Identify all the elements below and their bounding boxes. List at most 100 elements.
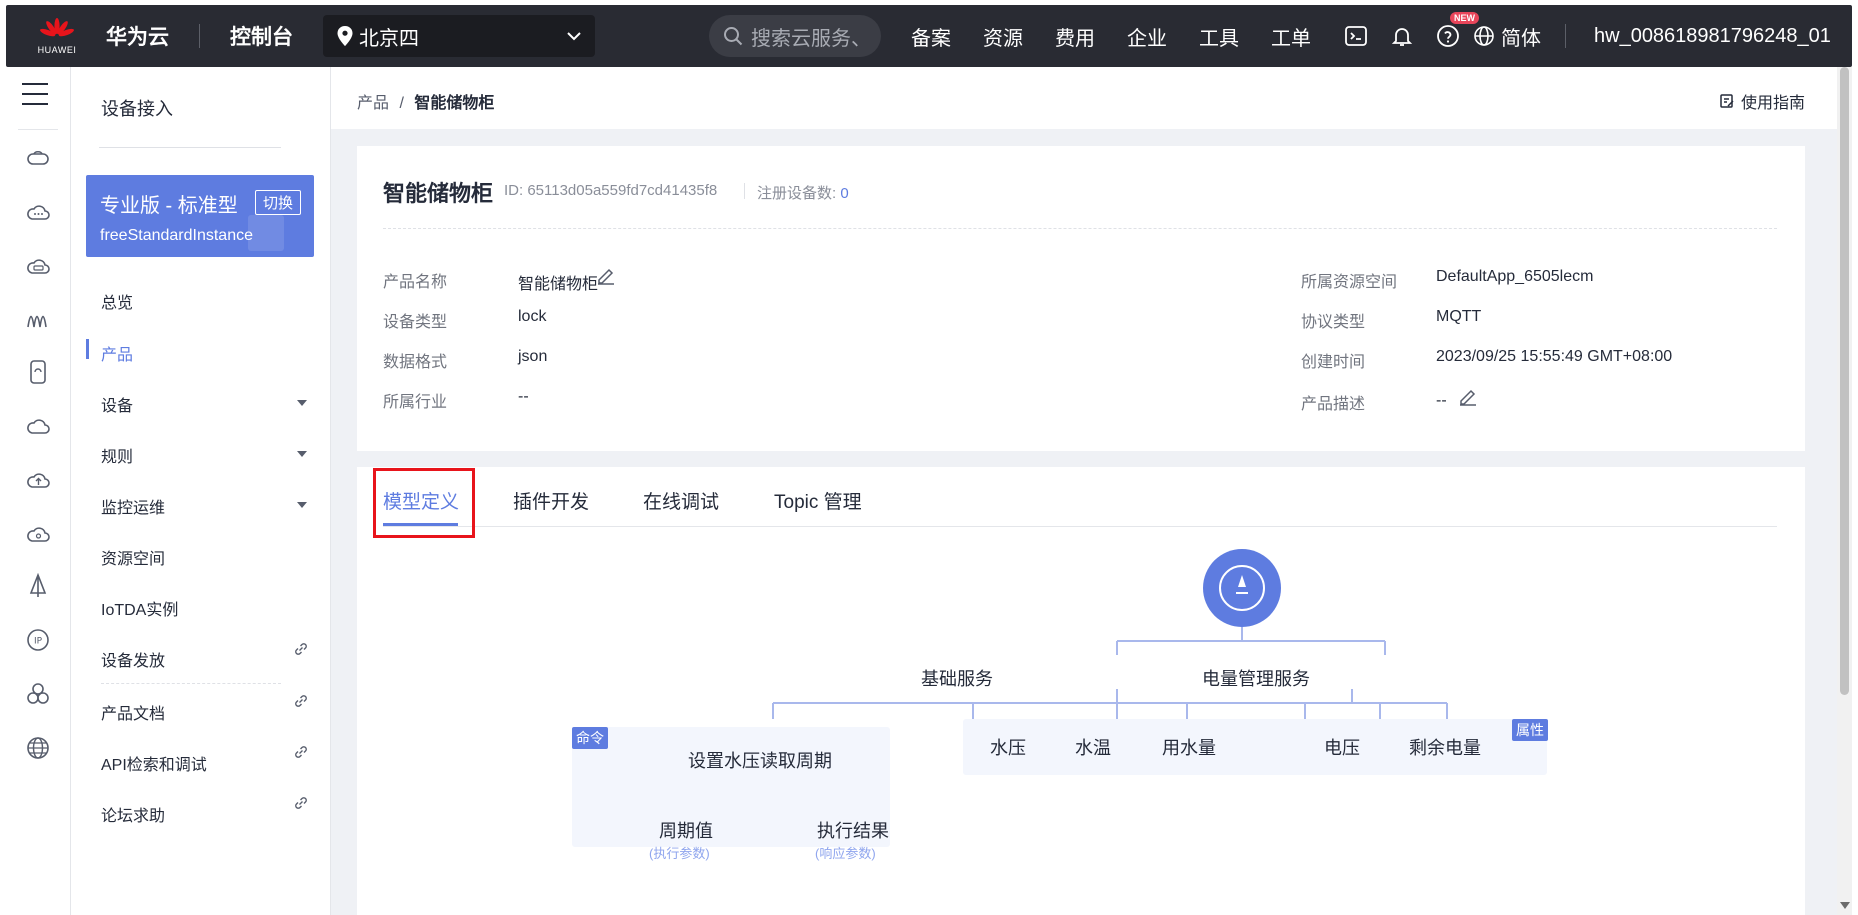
breadcrumb: 产品 / 智能储物柜	[357, 89, 494, 113]
sidebar-item-forum[interactable]: 论坛求助	[101, 802, 165, 826]
huawei-logo[interactable]: HUAWEI	[28, 5, 86, 67]
sidebar-item-iotda-instance[interactable]: IoTDA实例	[101, 596, 178, 620]
waves-icon[interactable]	[25, 307, 51, 333]
sidebar-item-rules[interactable]: 规则	[101, 443, 133, 467]
card-decoration	[248, 215, 284, 251]
globe-network-icon[interactable]	[25, 735, 51, 761]
link-icon[interactable]	[293, 795, 309, 811]
model-card: 模型定义 插件开发 在线调试 Topic 管理 基础服务 电量管理服务 命令 设…	[357, 467, 1805, 915]
property-remaining-power[interactable]: 剩余电量	[1409, 734, 1481, 760]
command-param-result[interactable]: 执行结果	[817, 817, 889, 843]
nav-enterprise[interactable]: 企业	[1127, 22, 1167, 51]
search-icon	[724, 27, 743, 46]
instance-name: freeStandardInstance	[100, 227, 253, 244]
service-power-management[interactable]: 电量管理服务	[1202, 665, 1310, 691]
link-icon[interactable]	[293, 744, 309, 760]
service-basic[interactable]: 基础服务	[921, 665, 993, 691]
cloud-icon[interactable]	[25, 413, 51, 439]
huawei-logo-icon	[40, 17, 74, 36]
service-rail: IP	[6, 67, 71, 915]
cloud-dots-icon[interactable]	[25, 199, 51, 225]
user-guide-link[interactable]: 使用指南	[1719, 89, 1805, 113]
command-param-sub: (执行参数)	[649, 846, 710, 861]
bell-icon[interactable]	[1390, 24, 1414, 48]
nav-tickets[interactable]: 工单	[1271, 22, 1311, 51]
chevron-down-icon[interactable]	[297, 502, 307, 508]
sidebar-item-overview[interactable]: 总览	[101, 289, 133, 313]
property-water-pressure[interactable]: 水压	[990, 734, 1026, 760]
page-scrollbar[interactable]	[1837, 67, 1852, 915]
sidebar-item-monitoring[interactable]: 监控运维	[101, 494, 165, 518]
property-voltage[interactable]: 电压	[1324, 734, 1360, 760]
field-label: 所属行业	[383, 394, 448, 411]
sidebar-item-product-docs[interactable]: 产品文档	[101, 700, 165, 724]
search-placeholder: 搜索云服务、	[751, 27, 871, 50]
command-param-period[interactable]: 周期值	[659, 817, 713, 843]
region-value: 北京四	[359, 27, 419, 50]
edit-icon[interactable]	[1457, 385, 1479, 407]
breadcrumb-parent[interactable]: 产品	[357, 95, 389, 112]
scrollbar-thumb[interactable]	[1840, 67, 1849, 695]
top-icons: NEW	[1333, 12, 1479, 48]
service-search[interactable]: 搜索云服务、	[709, 15, 881, 57]
link-icon[interactable]	[293, 641, 309, 657]
brand-name[interactable]: 华为云	[106, 21, 169, 51]
nav-beian[interactable]: 备案	[911, 22, 951, 51]
breadcrumb-separator: /	[399, 95, 404, 112]
device-count-value[interactable]: 0	[840, 185, 848, 202]
sail-icon[interactable]	[25, 573, 51, 599]
property-water-temp[interactable]: 水温	[1075, 734, 1111, 760]
sidebar-item-product[interactable]: 产品	[101, 341, 133, 365]
user-account[interactable]: hw_008618981796248_01	[1565, 24, 1831, 48]
help-icon	[1437, 25, 1459, 47]
gateway-icon[interactable]	[25, 145, 51, 171]
product-title: 智能储物柜	[383, 181, 494, 206]
product-root-node	[1203, 549, 1281, 627]
sidebar-title: 设备接入	[101, 99, 173, 119]
breadcrumb-current: 智能储物柜	[414, 95, 495, 112]
nav-resources[interactable]: 资源	[983, 22, 1023, 51]
sidebar-item-device[interactable]: 设备	[101, 392, 133, 416]
command-node[interactable]: 设置水压读取周期	[688, 747, 832, 773]
divider	[744, 183, 745, 199]
chevron-down-icon	[567, 32, 581, 41]
switch-instance-button[interactable]: 切换	[254, 190, 301, 215]
cloud-settings-icon[interactable]	[25, 521, 51, 547]
console-link[interactable]: 控制台	[230, 21, 293, 51]
field-label: 协议类型	[1301, 314, 1366, 331]
language-switch[interactable]: 简体	[1473, 22, 1541, 51]
link-icon[interactable]	[293, 693, 309, 709]
cloud-device-icon[interactable]	[25, 253, 51, 279]
field-label: 产品描述	[1301, 396, 1366, 413]
scroll-down-arrow-icon[interactable]	[1840, 902, 1850, 909]
property-tag: 属性	[1512, 719, 1548, 741]
nav-tools[interactable]: 工具	[1199, 22, 1239, 51]
logo-caption: HUAWEI	[37, 44, 77, 55]
terminal-icon[interactable]	[1344, 24, 1368, 48]
location-pin-icon	[337, 26, 353, 46]
help-button[interactable]: NEW	[1436, 12, 1479, 48]
description-value: --	[1436, 392, 1447, 409]
cluster-icon[interactable]	[25, 681, 51, 707]
chevron-down-icon[interactable]	[297, 400, 307, 406]
cloud-upload-icon[interactable]	[25, 467, 51, 493]
breadcrumb-bar: 产品 / 智能储物柜 使用指南	[331, 67, 1837, 129]
phone-icon[interactable]	[25, 359, 51, 385]
region-select[interactable]: 北京四	[323, 15, 595, 57]
edit-icon[interactable]	[595, 264, 617, 286]
data-format-value: json	[518, 348, 548, 365]
property-water-usage[interactable]: 用水量	[1162, 734, 1216, 760]
nav-billing[interactable]: 费用	[1055, 22, 1095, 51]
ip-icon[interactable]: IP	[25, 627, 51, 653]
model-tree-lines	[698, 549, 1448, 799]
field-label: 所属资源空间	[1301, 274, 1398, 291]
command-tag: 命令	[572, 727, 608, 749]
sidebar-item-resource-space[interactable]: 资源空间	[101, 545, 165, 569]
active-indicator	[86, 339, 89, 359]
menu-toggle-icon[interactable]	[22, 83, 48, 105]
dashed-divider	[383, 228, 1777, 229]
guide-label: 使用指南	[1740, 95, 1805, 112]
sidebar-item-provisioning[interactable]: 设备发放	[101, 647, 165, 671]
sidebar-item-api-explorer[interactable]: API检索和调试	[101, 751, 207, 775]
chevron-down-icon[interactable]	[297, 451, 307, 457]
